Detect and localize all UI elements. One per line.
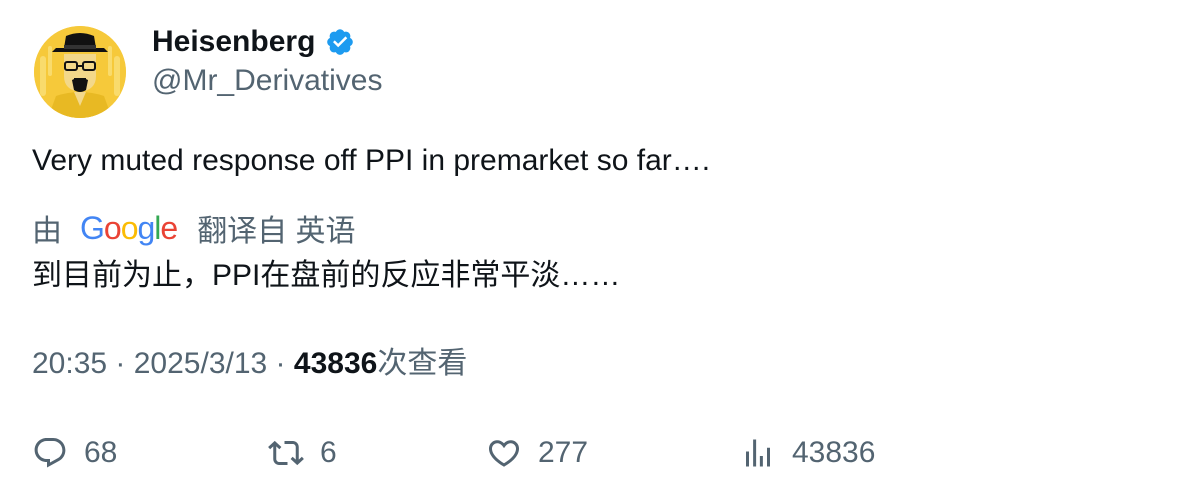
views-count: 43836 [293,347,378,380]
action-bar: 68 6 277 43836 [0,430,1196,476]
display-name-text: Heisenberg [152,25,316,58]
tweet-card: Heisenberg @Mr_Derivatives Very muted re… [0,0,1196,498]
google-logo: Google [80,209,178,246]
translated-from-label[interactable]: 翻译自 英语 [197,206,355,250]
tweet-time[interactable]: 20:35 [32,347,107,380]
retweet-count: 6 [320,436,337,469]
verified-badge-icon [327,29,354,55]
views-label: 次查看 [377,347,468,380]
translation-attribution: 由 Google 翻译自 英语 [32,206,356,250]
user-handle[interactable]: @Mr_Derivatives [152,64,383,98]
display-name[interactable]: Heisenberg [152,24,355,60]
heart-icon [488,440,520,467]
like-count: 277 [538,436,589,469]
views-action-count: 43836 [792,436,876,469]
retweet-button[interactable]: 6 [268,430,337,476]
tweet-date[interactable]: 2025/3/13 [134,347,267,380]
like-button[interactable]: 277 [486,430,588,476]
meta-separator: · [267,347,294,380]
translated-text: 到目前为止，PPI在盘前的反应非常平淡…… [32,259,621,292]
reply-icon [34,438,66,468]
views-button[interactable]: 43836 [740,430,875,476]
avatar[interactable] [34,26,126,118]
tweet-meta: 20:35 · 2025/3/13 · 43836次查看 [32,346,467,382]
analytics-bar-icon [746,439,770,467]
tweet-text: Very muted response off PPI in premarket… [32,144,711,177]
translated-by-label: 由 [32,215,62,248]
reply-button[interactable]: 68 [32,430,117,476]
meta-separator: · [107,347,134,380]
reply-count: 68 [84,436,118,469]
heisenberg-avatar-icon [34,26,126,118]
retweet-icon [268,440,304,466]
